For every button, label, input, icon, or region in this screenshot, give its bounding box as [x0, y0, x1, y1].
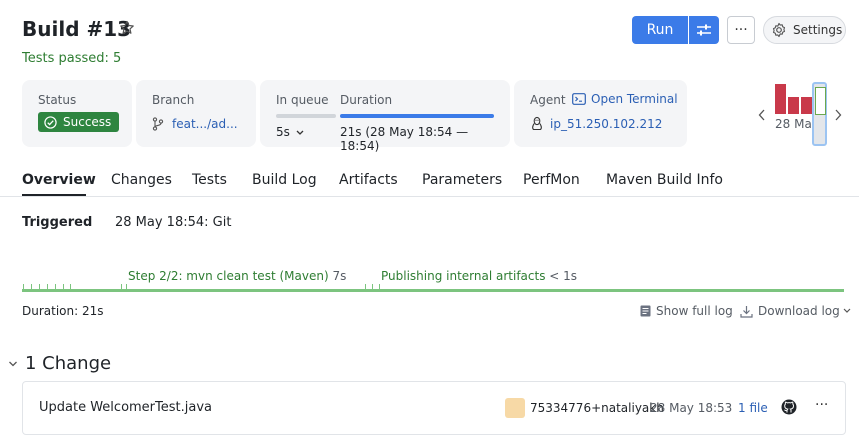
star-icon[interactable]	[119, 20, 135, 36]
tab-tests[interactable]: Tests	[192, 172, 227, 188]
triggered-label: Triggered	[22, 215, 93, 230]
tab-changes[interactable]: Changes	[111, 172, 172, 188]
queue-value[interactable]: 5s	[276, 125, 304, 139]
linux-icon	[532, 116, 542, 131]
status-card: Status Success	[22, 80, 132, 147]
settings-label: Settings	[793, 23, 843, 37]
tab-build-log[interactable]: Build Log	[252, 172, 317, 188]
terminal-icon	[572, 93, 586, 105]
tab-parameters[interactable]: Parameters	[422, 172, 502, 188]
status-badge: Success	[38, 112, 120, 132]
history-bar-selected[interactable]	[812, 82, 827, 146]
queue-bar	[276, 114, 336, 118]
queue-duration-card: In queue 5s Duration 21s (28 May 18:54 —…	[260, 80, 510, 153]
chevron-left-icon[interactable]	[758, 109, 766, 121]
duration-text: Duration: 21s	[22, 304, 104, 318]
show-full-log-button[interactable]: Show full log	[640, 304, 733, 318]
tests-passed-text: Tests passed: 5	[22, 51, 122, 66]
branch-card: Branch feat.../ad...	[136, 80, 256, 147]
document-icon	[640, 305, 651, 317]
branch-icon	[152, 117, 164, 131]
agent-link[interactable]: ip_51.250.102.212	[550, 117, 662, 131]
tab-bar: Overview Changes Tests Build Log Artifac…	[22, 172, 852, 196]
agent-card: Agent Open Terminal ip_51.250.102.212	[514, 80, 687, 147]
run-button[interactable]: Run	[632, 16, 688, 44]
download-log-button[interactable]: Download log	[740, 304, 851, 318]
branch-link[interactable]: feat.../ad...	[172, 117, 238, 131]
duration-label: Duration	[340, 93, 393, 107]
download-icon	[740, 305, 753, 318]
status-value: Success	[63, 115, 112, 129]
duration-value: 21s (28 May 18:54 — 18:54)	[340, 125, 469, 153]
chevron-down-icon	[843, 308, 851, 313]
build-timeline[interactable]	[22, 284, 844, 292]
history-bar[interactable]	[801, 97, 812, 114]
status-label: Status	[38, 93, 77, 107]
check-circle-icon	[44, 115, 57, 129]
branch-label: Branch	[152, 93, 195, 107]
change-title[interactable]: Update WelcomerTest.java	[39, 400, 212, 415]
page-title: Build #13	[22, 17, 132, 41]
tab-overview[interactable]: Overview	[22, 172, 96, 188]
history-bar[interactable]	[788, 97, 799, 114]
queue-label: In queue	[276, 93, 329, 107]
tab-perfmon[interactable]: PerfMon	[523, 172, 580, 188]
tab-maven-build-info[interactable]: Maven Build Info	[606, 172, 723, 188]
sliders-icon	[697, 24, 711, 36]
tabs-divider	[0, 196, 859, 197]
avatar	[505, 398, 525, 418]
agent-label: Agent	[530, 93, 566, 107]
settings-button[interactable]: Settings	[763, 16, 846, 44]
tab-artifacts[interactable]: Artifacts	[339, 172, 398, 188]
chevron-right-icon[interactable]	[834, 109, 842, 121]
change-date: 28 May 18:53	[650, 401, 733, 415]
changes-heading[interactable]: 1 Change	[8, 353, 111, 374]
more-actions-button[interactable]: ···	[727, 16, 755, 44]
triggered-value: 28 May 18:54: Git	[115, 215, 232, 230]
gear-icon	[772, 22, 786, 38]
change-more-button[interactable]: ···	[815, 397, 828, 413]
history-bar[interactable]	[775, 84, 786, 114]
github-icon[interactable]	[781, 399, 797, 415]
step-label[interactable]: Publishing internal artifacts < 1s	[381, 269, 577, 283]
run-options-button[interactable]	[689, 16, 719, 44]
change-files-link[interactable]: 1 file	[738, 401, 768, 415]
change-row[interactable]: Update WelcomerTest.java 75334776+natali…	[22, 381, 846, 435]
change-author[interactable]: 75334776+nataliyakh	[530, 401, 664, 415]
chevron-down-icon	[9, 361, 17, 366]
duration-bar	[340, 114, 494, 118]
chevron-down-icon	[296, 130, 304, 135]
step-label[interactable]: Step 2/2: mvn clean test (Maven) 7s	[128, 269, 346, 283]
open-terminal-link[interactable]: Open Terminal	[572, 92, 678, 106]
